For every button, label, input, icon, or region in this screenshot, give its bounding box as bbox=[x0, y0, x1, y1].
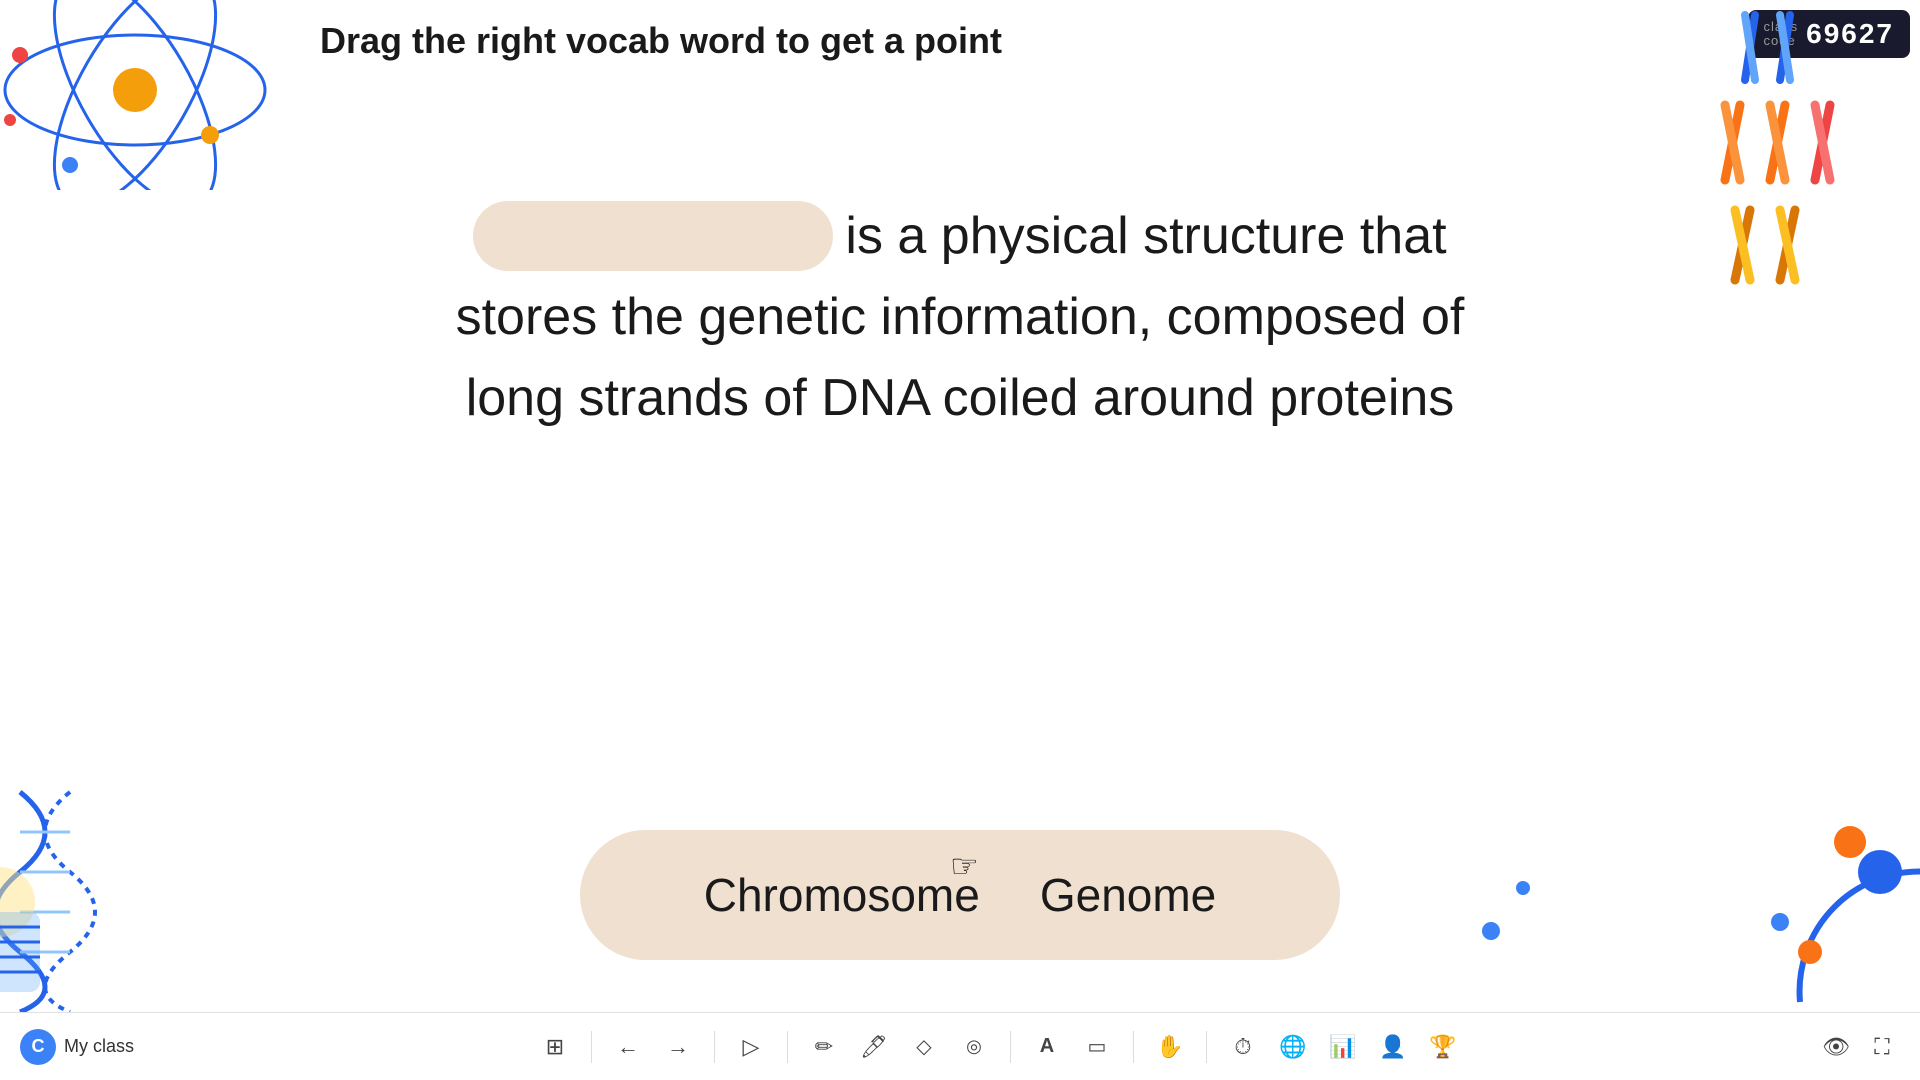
person-tool[interactable]: 👤 bbox=[1375, 1029, 1411, 1065]
hand-tool[interactable]: ✋ bbox=[1152, 1029, 1188, 1065]
dot-accent-2 bbox=[1516, 881, 1530, 895]
toolbar-separator-3 bbox=[787, 1031, 788, 1063]
instruction-text: Drag the right vocab word to get a point bbox=[320, 20, 1002, 62]
toolbar-center: ⊞ ← → ▷ ✏ 🖊 ◇ ◎ A ▭ ✋ ⏱ 🌐 📊 👤 🏆 bbox=[180, 1029, 1818, 1065]
my-class-button[interactable]: C My class bbox=[20, 1029, 134, 1065]
text-tool[interactable]: A bbox=[1029, 1029, 1065, 1065]
shapes-tool[interactable]: ▭ bbox=[1079, 1029, 1115, 1065]
forward-button[interactable]: → bbox=[660, 1029, 696, 1065]
eraser-tool[interactable]: ◇ bbox=[906, 1029, 942, 1065]
my-class-icon: C bbox=[20, 1029, 56, 1065]
toolbar-right: 👁 ⛶ bbox=[1818, 1029, 1900, 1065]
definition-area: is a physical structure that stores the … bbox=[410, 200, 1510, 434]
definition-line1: is a physical structure that bbox=[845, 200, 1446, 273]
vocab-word-genome[interactable]: Genome bbox=[1040, 868, 1216, 922]
pen-tool[interactable]: ✏ bbox=[806, 1029, 842, 1065]
dot-accent-1 bbox=[1482, 922, 1500, 940]
toolbar-separator-1 bbox=[591, 1031, 592, 1063]
timer-tool[interactable]: ⏱ bbox=[1225, 1029, 1261, 1065]
chart-tool[interactable]: 📊 bbox=[1325, 1029, 1361, 1065]
toolbar-separator-5 bbox=[1133, 1031, 1134, 1063]
play-button[interactable]: ▷ bbox=[733, 1029, 769, 1065]
dna-decoration bbox=[0, 782, 170, 1012]
word-bank: Chromosome Genome bbox=[580, 830, 1340, 960]
grid-tool[interactable]: ⊞ bbox=[537, 1029, 573, 1065]
answer-blank[interactable] bbox=[473, 201, 833, 271]
toolbar-separator-4 bbox=[1010, 1031, 1011, 1063]
globe-tool[interactable]: 🌐 bbox=[1275, 1029, 1311, 1065]
atom-decoration bbox=[0, 0, 280, 190]
vocab-word-chromosome[interactable]: Chromosome bbox=[704, 868, 980, 922]
trophy-tool[interactable]: 🏆 bbox=[1425, 1029, 1461, 1065]
my-class-label: My class bbox=[64, 1036, 134, 1057]
expand-button[interactable]: ⛶ bbox=[1864, 1029, 1900, 1065]
toolbar: C My class ⊞ ← → ▷ ✏ 🖊 ◇ ◎ A ▭ ✋ ⏱ 🌐 📊 👤… bbox=[0, 1012, 1920, 1080]
laser-tool[interactable]: ◎ bbox=[956, 1029, 992, 1065]
toolbar-separator-6 bbox=[1206, 1031, 1207, 1063]
toolbar-separator-2 bbox=[714, 1031, 715, 1063]
definition-line2: stores the genetic information, composed… bbox=[410, 281, 1510, 354]
circle-decoration bbox=[1720, 792, 1920, 1012]
definition-line3: long strands of DNA coiled around protei… bbox=[410, 362, 1510, 435]
chromosome-decoration bbox=[1720, 0, 1920, 290]
highlighter-tool[interactable]: 🖊 bbox=[856, 1029, 892, 1065]
eye-button[interactable]: 👁 bbox=[1818, 1029, 1854, 1065]
toolbar-left: C My class bbox=[20, 1029, 180, 1065]
back-button[interactable]: ← bbox=[610, 1029, 646, 1065]
